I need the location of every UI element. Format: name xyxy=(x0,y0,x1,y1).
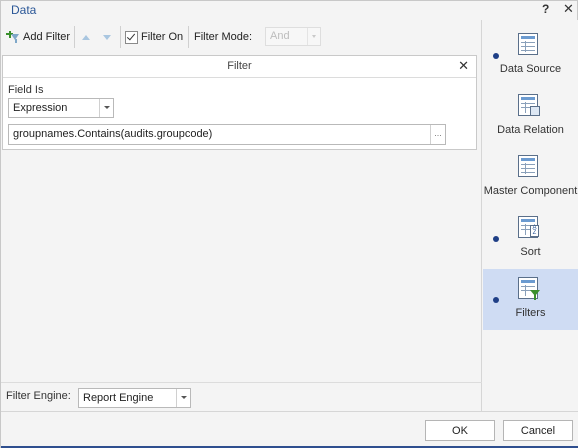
expression-editor-button[interactable]: ... xyxy=(430,125,445,144)
nav-label: Sort xyxy=(520,246,541,258)
remove-filter-button[interactable]: ✕ xyxy=(458,58,469,74)
filter-engine-row: Filter Engine: Report Engine xyxy=(1,382,482,411)
ok-button[interactable]: OK xyxy=(425,420,495,441)
filter-engine-value: Report Engine xyxy=(83,392,154,404)
toolbar-separator xyxy=(188,26,189,48)
chevron-down-icon xyxy=(99,99,113,117)
arrow-down-icon xyxy=(103,34,111,40)
nav-item-filters[interactable]: Filters xyxy=(483,269,578,330)
field-type-value: Expression xyxy=(13,102,68,114)
filter-on-checkbox[interactable] xyxy=(125,30,138,44)
add-filter-label: Add Filter xyxy=(23,31,71,43)
section-nav: Data Source Data Relation Master Compone… xyxy=(483,20,578,411)
arrow-up-icon xyxy=(82,34,90,40)
filter-panel: Filter ✕ Field Is Expression groupnames.… xyxy=(2,55,477,150)
nav-item-master-component[interactable]: Master Component xyxy=(483,147,578,208)
nav-label: Filters xyxy=(515,307,546,319)
filter-panel-title: Filter xyxy=(227,60,252,72)
filter-toolbar: Add Filter Filter On Filter Mode: And xyxy=(1,20,482,53)
expression-value: groupnames.Contains(audits.groupcode) xyxy=(13,128,213,140)
field-is-label: Field Is xyxy=(8,84,44,96)
filter-on-label: Filter On xyxy=(141,31,184,43)
toolbar-separator xyxy=(120,26,121,48)
close-button[interactable]: ✕ xyxy=(563,1,574,17)
filter-on-toggle[interactable]: Filter On xyxy=(125,28,183,46)
filter-mode-label-wrap: Filter Mode: xyxy=(194,28,252,46)
filter-engine-select[interactable]: Report Engine xyxy=(78,388,191,408)
modified-indicator xyxy=(493,53,499,59)
nav-label: Data Source xyxy=(499,63,562,75)
check-icon xyxy=(126,31,136,40)
move-down-button[interactable] xyxy=(103,28,111,46)
filter-panel-header: Filter ✕ xyxy=(3,56,476,78)
sort-icon: A Z xyxy=(518,216,542,240)
add-filter-icon xyxy=(6,30,20,44)
filter-mode-label: Filter Mode: xyxy=(194,31,253,43)
help-button[interactable]: ? xyxy=(542,2,549,16)
field-type-select[interactable]: Expression xyxy=(8,98,114,118)
filter-mode-value: And xyxy=(270,30,290,42)
dialog-footer: OK Cancel xyxy=(1,411,578,448)
window-title: Data xyxy=(11,3,37,17)
filters-icon xyxy=(518,277,542,301)
modified-indicator xyxy=(493,236,499,242)
data-source-icon xyxy=(518,33,542,57)
nav-item-data-source[interactable]: Data Source xyxy=(483,25,578,86)
chevron-down-icon xyxy=(176,389,190,407)
move-up-button[interactable] xyxy=(82,28,90,46)
modified-indicator xyxy=(493,297,499,303)
toolbar-separator xyxy=(74,26,75,48)
master-component-icon xyxy=(518,155,542,179)
chevron-down-icon xyxy=(307,28,320,45)
data-dialog: Data ? ✕ Add Filter Filter On Filter Mod… xyxy=(0,0,578,448)
filter-engine-label: Filter Engine: xyxy=(6,390,71,402)
expression-input[interactable]: groupnames.Contains(audits.groupcode) ..… xyxy=(8,124,446,145)
filter-mode-select[interactable]: And xyxy=(265,27,321,46)
add-filter-button[interactable]: Add Filter xyxy=(6,28,70,46)
nav-item-data-relation[interactable]: Data Relation xyxy=(483,86,578,147)
filter-editor-pane: Add Filter Filter On Filter Mode: And Fi… xyxy=(1,20,482,411)
data-relation-icon xyxy=(518,94,542,118)
nav-item-sort[interactable]: A Z Sort xyxy=(483,208,578,269)
cancel-button[interactable]: Cancel xyxy=(503,420,573,441)
nav-label: Master Component xyxy=(483,185,578,197)
title-bar: Data ? ✕ xyxy=(1,1,577,19)
nav-label: Data Relation xyxy=(497,124,564,136)
